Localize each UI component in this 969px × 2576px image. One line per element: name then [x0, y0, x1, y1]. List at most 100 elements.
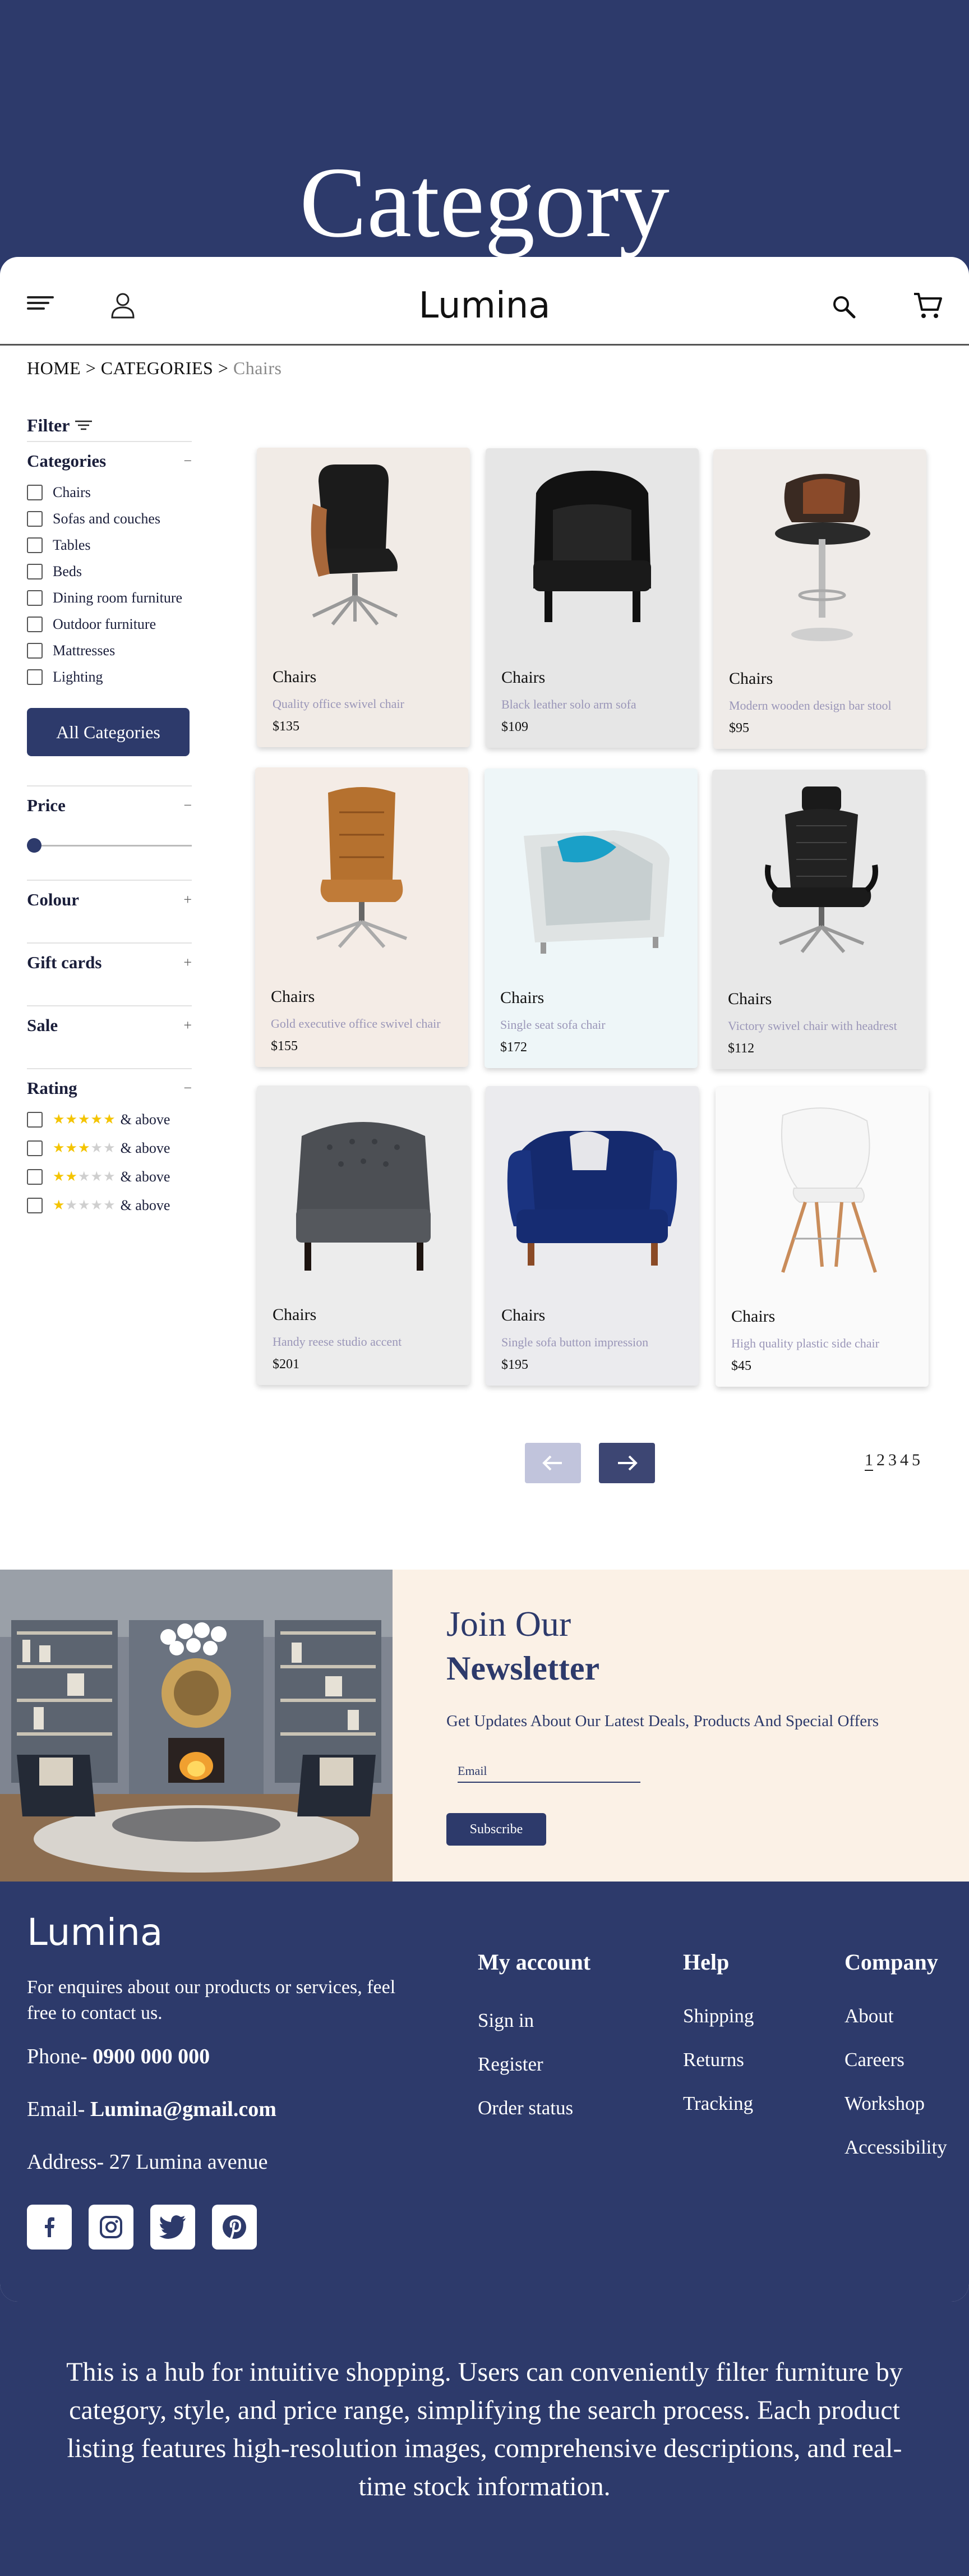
- product-card[interactable]: Chairs Quality office swivel chair $135: [257, 448, 470, 747]
- instagram-button[interactable]: [89, 2205, 133, 2250]
- colour-toggle[interactable]: Colour +: [27, 885, 192, 914]
- checkbox[interactable]: [27, 510, 43, 527]
- category-option[interactable]: Mattresses: [27, 637, 192, 664]
- checkbox[interactable]: [27, 669, 43, 685]
- product-image[interactable]: [257, 448, 470, 661]
- product-card[interactable]: Chairs Gold executive office swivel chair…: [255, 767, 468, 1067]
- product-image[interactable]: [713, 449, 926, 663]
- product-name[interactable]: Chairs: [500, 988, 544, 1008]
- sale-toggle[interactable]: Sale +: [27, 1011, 192, 1040]
- subscribe-button[interactable]: Subscribe: [446, 1813, 546, 1846]
- facebook-button[interactable]: [27, 2205, 72, 2250]
- product-image[interactable]: [712, 770, 925, 983]
- product-description: Modern wooden design bar stool: [729, 698, 892, 712]
- breadcrumb-home[interactable]: HOME >: [27, 358, 96, 378]
- product-price: $109: [501, 720, 528, 734]
- product-card[interactable]: Chairs Victory swivel chair with headrest…: [712, 770, 925, 1069]
- cart-icon[interactable]: [913, 292, 942, 320]
- category-option[interactable]: Beds: [27, 558, 192, 585]
- star-rating: ★★★★★: [53, 1169, 116, 1185]
- page-number[interactable]: 3: [888, 1451, 897, 1471]
- breadcrumb-categories[interactable]: CATEGORIES >: [101, 358, 229, 378]
- previous-page-button[interactable]: [525, 1443, 581, 1483]
- checkbox[interactable]: [27, 563, 43, 579]
- rating-option[interactable]: ★★★★★ & above: [27, 1162, 192, 1191]
- page-number[interactable]: 4: [900, 1451, 908, 1471]
- product-name[interactable]: Chairs: [271, 987, 315, 1006]
- twitter-button[interactable]: [150, 2205, 195, 2250]
- shipping-link[interactable]: Shipping: [683, 2005, 754, 2027]
- category-option[interactable]: Tables: [27, 532, 192, 558]
- product-name[interactable]: Chairs: [731, 1307, 775, 1326]
- pinterest-button[interactable]: [212, 2205, 257, 2250]
- filter-heading[interactable]: Filter: [27, 414, 192, 436]
- product-card[interactable]: Chairs High quality plastic side chair $45: [716, 1087, 929, 1387]
- category-option[interactable]: Lighting: [27, 664, 192, 690]
- phone-number[interactable]: 0900 000 000: [93, 2045, 210, 2068]
- page-number[interactable]: 1: [865, 1451, 873, 1471]
- next-page-button[interactable]: [599, 1443, 655, 1483]
- category-option[interactable]: Chairs: [27, 479, 192, 505]
- price-slider[interactable]: [27, 837, 192, 854]
- star-icon: ★: [90, 1141, 104, 1156]
- returns-link[interactable]: Returns: [683, 2049, 744, 2071]
- checkbox[interactable]: [27, 484, 43, 500]
- tracking-link[interactable]: Tracking: [683, 2092, 753, 2115]
- product-image[interactable]: [716, 1087, 929, 1300]
- email-address[interactable]: Lumina@gmail.com: [90, 2097, 276, 2121]
- checkbox[interactable]: [27, 1111, 43, 1128]
- email-input[interactable]: [458, 1760, 640, 1783]
- accessibility-link[interactable]: Accessibility: [845, 2136, 947, 2159]
- product-name[interactable]: Chairs: [501, 668, 545, 687]
- product-price: $45: [731, 1359, 751, 1373]
- all-categories-button[interactable]: All Categories: [27, 708, 190, 756]
- rating-option[interactable]: ★★★★★ & above: [27, 1105, 192, 1134]
- category-option[interactable]: Sofas and couches: [27, 505, 192, 532]
- product-name[interactable]: Chairs: [273, 1305, 316, 1324]
- slider-handle[interactable]: [27, 838, 41, 853]
- checkbox[interactable]: [27, 1140, 43, 1156]
- rating-toggle[interactable]: Rating −: [27, 1074, 192, 1103]
- product-name[interactable]: Chairs: [501, 1306, 545, 1325]
- rating-option[interactable]: ★★★★★ & above: [27, 1134, 192, 1162]
- product-card[interactable]: Chairs Handy reese studio accent $201: [257, 1085, 470, 1385]
- checkbox[interactable]: [27, 1169, 43, 1185]
- checkbox[interactable]: [27, 616, 43, 632]
- sign-in-link[interactable]: Sign in: [478, 2009, 534, 2032]
- footer-brand[interactable]: Lumina: [27, 1911, 163, 1954]
- gift-cards-toggle[interactable]: Gift cards +: [27, 948, 192, 977]
- about-link[interactable]: About: [845, 2005, 894, 2027]
- workshop-link[interactable]: Workshop: [845, 2092, 925, 2115]
- careers-link[interactable]: Careers: [845, 2049, 905, 2071]
- product-image[interactable]: [486, 1086, 699, 1299]
- product-image[interactable]: [484, 769, 698, 982]
- checkbox[interactable]: [27, 537, 43, 553]
- product-card[interactable]: Chairs Single seat sofa chair $172: [484, 769, 698, 1068]
- product-name[interactable]: Chairs: [728, 990, 772, 1009]
- product-description: High quality plastic side chair: [731, 1336, 879, 1350]
- product-card[interactable]: Chairs Modern wooden design bar stool $95: [713, 449, 926, 749]
- search-icon[interactable]: [832, 295, 856, 319]
- product-name[interactable]: Chairs: [273, 668, 316, 687]
- brand-logo[interactable]: Lumina: [0, 285, 969, 326]
- page-number[interactable]: 2: [876, 1451, 885, 1471]
- product-card[interactable]: Chairs Single sofa button impression $195: [486, 1086, 699, 1386]
- categories-toggle[interactable]: Categories −: [27, 447, 192, 476]
- checkbox[interactable]: [27, 1197, 43, 1213]
- product-card[interactable]: Chairs Black leather solo arm sofa $109: [486, 448, 699, 748]
- checkbox[interactable]: [27, 642, 43, 659]
- product-image[interactable]: [255, 767, 468, 981]
- page-number[interactable]: 5: [912, 1451, 920, 1471]
- order-status-link[interactable]: Order status: [478, 2097, 573, 2119]
- product-image[interactable]: [486, 448, 699, 661]
- star-rating: ★★★★★: [53, 1140, 116, 1156]
- price-toggle[interactable]: Price −: [27, 791, 192, 820]
- product-name[interactable]: Chairs: [729, 669, 773, 688]
- rating-option[interactable]: ★★★★★ & above: [27, 1191, 192, 1220]
- category-option[interactable]: Dining room furniture: [27, 585, 192, 611]
- register-link[interactable]: Register: [478, 2053, 543, 2076]
- product-image[interactable]: [257, 1085, 470, 1299]
- checkbox[interactable]: [27, 590, 43, 606]
- category-option[interactable]: Outdoor furniture: [27, 611, 192, 637]
- filter-panel: Filter Categories − Chairs Sofas and couc…: [27, 414, 192, 1220]
